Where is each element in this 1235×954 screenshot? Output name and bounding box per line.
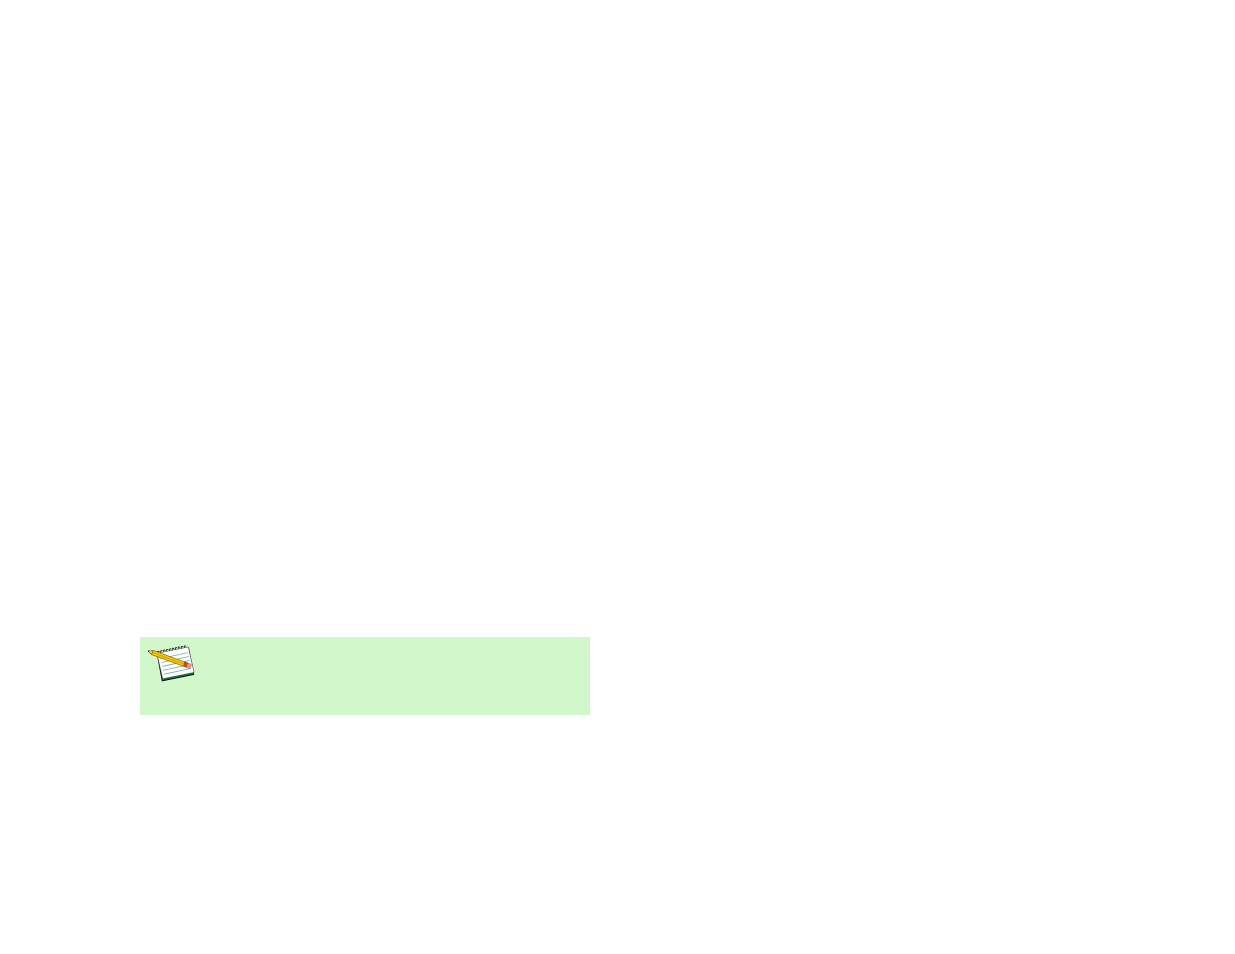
note-box bbox=[140, 637, 590, 715]
notepad-pencil-icon bbox=[148, 641, 203, 686]
